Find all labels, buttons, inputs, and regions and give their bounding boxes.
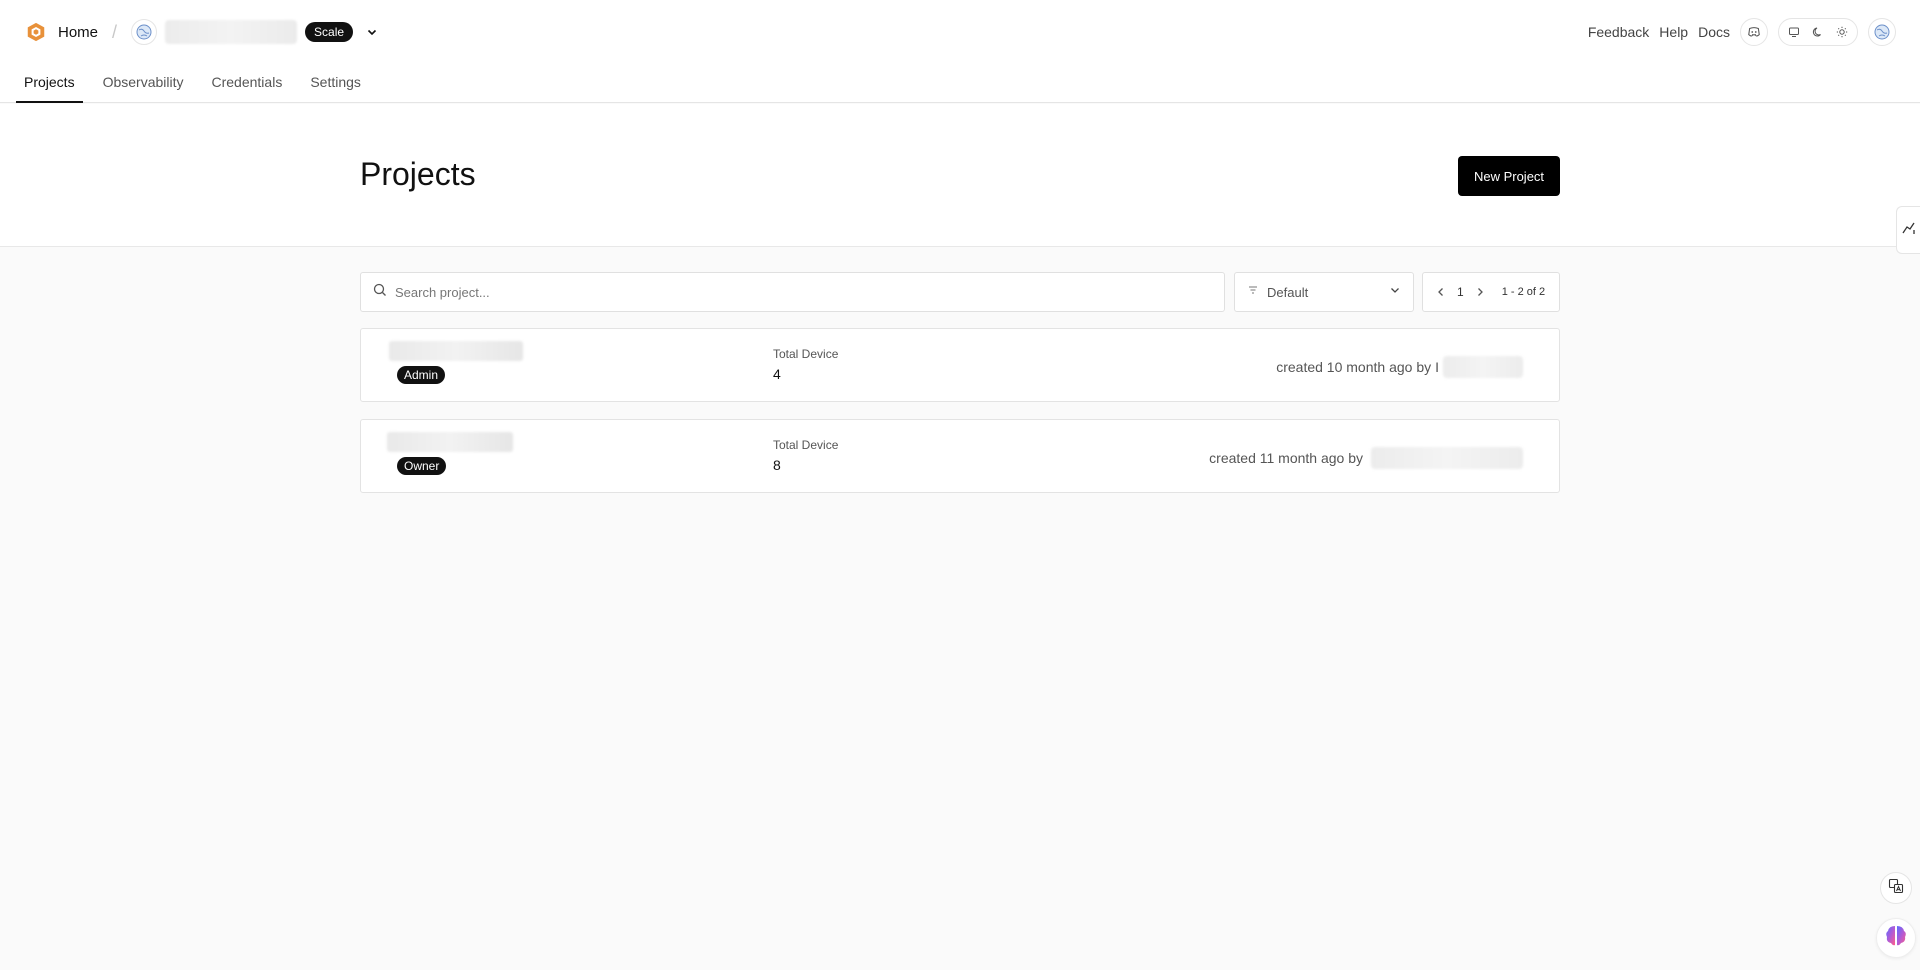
translate-icon: [1888, 878, 1904, 899]
docs-link[interactable]: Docs: [1698, 24, 1730, 40]
ai-assistant-button[interactable]: [1876, 918, 1916, 958]
search-field[interactable]: [360, 272, 1225, 312]
sort-select[interactable]: Default: [1234, 272, 1414, 312]
tab-projects[interactable]: Projects: [16, 70, 83, 103]
pagination: 1 1 - 2 of 2: [1422, 272, 1560, 312]
tab-observability[interactable]: Observability: [95, 70, 192, 102]
page-number: 1: [1457, 285, 1464, 299]
creator-initial: I: [1435, 359, 1439, 375]
new-project-button[interactable]: New Project: [1458, 156, 1560, 196]
breadcrumb-separator: /: [112, 21, 118, 42]
sort-icon: [1247, 283, 1259, 301]
chart-line-icon: [1901, 221, 1916, 240]
top-header: Home / Scale Feedback Help Docs Projects…: [0, 0, 1920, 103]
org-switcher-chevron-icon[interactable]: [361, 21, 383, 43]
project-card[interactable]: Admin Total Device 4 created 10 month ag…: [360, 328, 1560, 402]
prev-page-icon[interactable]: [1433, 284, 1449, 300]
sun-icon[interactable]: [1831, 21, 1853, 43]
search-input[interactable]: [395, 284, 1195, 300]
breadcrumb: Home / Scale: [24, 18, 383, 46]
creator-redacted: [1371, 447, 1523, 469]
chevron-down-icon: [1389, 283, 1401, 301]
feedback-link[interactable]: Feedback: [1588, 24, 1649, 40]
discord-icon[interactable]: [1740, 18, 1768, 46]
monitor-icon[interactable]: [1783, 21, 1805, 43]
project-name-redacted: [387, 432, 513, 452]
org-name-redacted[interactable]: [165, 20, 298, 44]
side-panel-toggle[interactable]: [1896, 206, 1920, 254]
moon-icon[interactable]: [1807, 21, 1829, 43]
brain-icon: [1883, 923, 1909, 954]
plan-badge: Scale: [305, 22, 354, 42]
main-tabs: Projects Observability Credentials Setti…: [16, 70, 381, 103]
search-icon: [373, 283, 387, 302]
role-badge: Owner: [397, 457, 447, 475]
header-actions: Feedback Help Docs: [1588, 18, 1896, 46]
created-text: created 10 month ago by: [1276, 359, 1432, 375]
project-name-redacted: [389, 341, 523, 361]
total-device-label: Total Device: [773, 438, 839, 452]
help-link[interactable]: Help: [1659, 24, 1688, 40]
created-text: created 11 month ago by: [1209, 450, 1363, 466]
translate-button[interactable]: [1880, 872, 1912, 904]
home-link[interactable]: Home: [58, 24, 98, 41]
total-device-label: Total Device: [773, 347, 839, 361]
created-info: created 11 month ago by: [1209, 447, 1523, 469]
page-header: Projects New Project: [0, 104, 1920, 247]
user-avatar[interactable]: [1868, 18, 1896, 46]
total-device-count: 8: [773, 457, 781, 473]
brand-logo-icon[interactable]: [24, 20, 48, 44]
role-badge: Admin: [397, 366, 446, 384]
page-title: Projects: [360, 156, 476, 192]
creator-redacted: [1443, 356, 1523, 378]
next-page-icon[interactable]: [1472, 284, 1488, 300]
tab-credentials[interactable]: Credentials: [204, 70, 291, 102]
project-card[interactable]: Owner Total Device 8 created 11 month ag…: [360, 419, 1560, 493]
total-device-count: 4: [773, 366, 781, 382]
tab-settings[interactable]: Settings: [302, 70, 369, 102]
created-info: created 10 month ago by I: [1276, 356, 1523, 378]
page-range: 1 - 2 of 2: [1501, 286, 1546, 298]
org-avatar[interactable]: [131, 19, 158, 45]
sort-value: Default: [1267, 284, 1309, 300]
theme-switcher: [1778, 18, 1858, 46]
